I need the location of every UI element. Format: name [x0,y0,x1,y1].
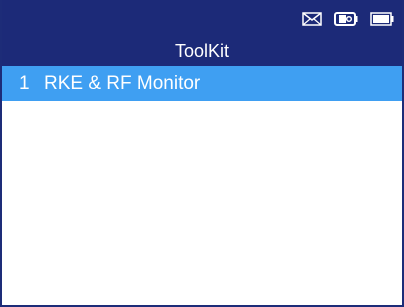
header-bar: ToolKit [2,0,402,66]
menu-list: 1 RKE & RF Monitor [2,66,402,101]
status-bar [302,10,394,28]
device-screen: ToolKit 1 RKE & RF Monitor [0,0,404,307]
page-title: ToolKit [174,41,230,61]
menu-item-number: 1 [19,72,30,94]
battery-icon [370,12,394,26]
menu-item-rke-rf-monitor[interactable]: 1 RKE & RF Monitor [2,66,402,101]
vehicle-connection-icon [334,11,358,27]
mail-icon[interactable] [302,12,322,26]
menu-item-label: RKE & RF Monitor [44,72,201,94]
